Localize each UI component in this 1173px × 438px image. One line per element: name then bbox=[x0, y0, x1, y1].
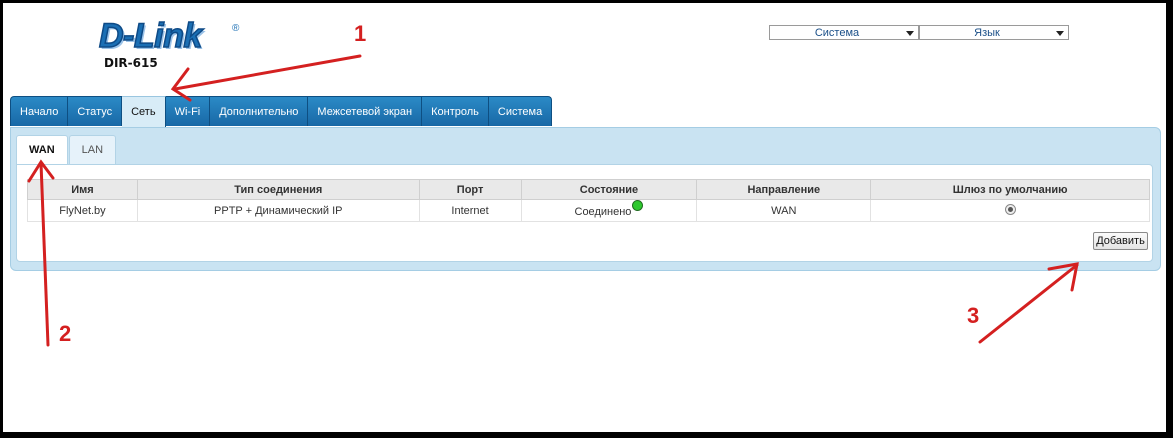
annotation-arrow-1 bbox=[173, 54, 362, 91]
annotation-overlay: 1 2 3 bbox=[27, 21, 1079, 347]
router-page: D-Link ® DIR-615 Система Язык Начало Ста… bbox=[3, 3, 1166, 432]
annotation-label-3: 3 bbox=[967, 303, 979, 328]
annotation-label-1: 1 bbox=[354, 21, 366, 46]
annotation-label-2: 2 bbox=[59, 321, 71, 346]
annotation-arrow-3 bbox=[978, 263, 1079, 344]
annotation-arrowhead-1 bbox=[170, 67, 192, 102]
annotation-arrow-2 bbox=[39, 161, 50, 347]
